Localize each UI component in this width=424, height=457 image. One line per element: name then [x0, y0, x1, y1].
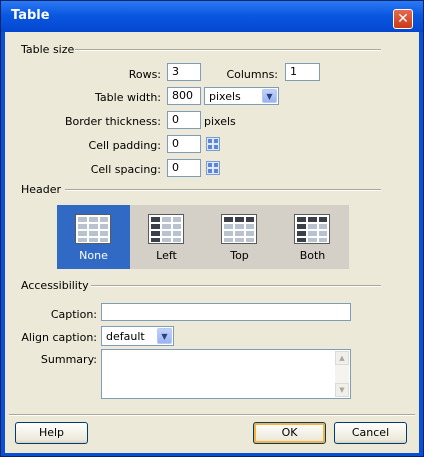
chevron-down-icon[interactable]: ▼ [262, 89, 277, 103]
rows-label: Rows: [128, 68, 161, 81]
section-divider [75, 49, 381, 51]
header-top-button[interactable]: Top [203, 205, 276, 269]
summary-textarea[interactable]: ▲ ▼ [101, 349, 351, 399]
section-divider [91, 285, 381, 287]
table-left-header-icon [148, 214, 184, 244]
header-top-label: Top [230, 249, 249, 262]
header-both-label: Both [299, 249, 326, 262]
cell-padding-label: Cell padding: [88, 139, 161, 152]
table-width-input[interactable]: 800 [167, 87, 201, 105]
help-button[interactable]: Help [15, 422, 88, 444]
header-both-button[interactable]: Both [276, 205, 349, 269]
dialog-body: Table size Rows: 3 Columns: 1 Table widt… [5, 32, 419, 453]
summary-scrollbar[interactable]: ▲ ▼ [335, 351, 349, 397]
section-divider [65, 189, 381, 191]
table-top-header-icon [221, 214, 257, 244]
width-unit-select[interactable]: pixels ▼ [204, 87, 279, 105]
align-caption-label: Align caption: [21, 331, 97, 344]
header-left-label: Left [156, 249, 177, 262]
header-options: None Left Top Both [57, 205, 349, 269]
caption-input[interactable] [101, 303, 351, 321]
section-header: Header [21, 183, 62, 196]
cell-spacing-icon [206, 161, 220, 175]
columns-label: Columns: [226, 68, 278, 81]
footer-divider [9, 414, 415, 416]
title-bar[interactable]: Table ✕ [1, 1, 423, 32]
summary-label: Summary: [40, 353, 97, 366]
header-left-button[interactable]: Left [130, 205, 203, 269]
rows-input[interactable]: 3 [167, 63, 201, 81]
width-unit-value: pixels [209, 90, 241, 103]
cell-padding-input[interactable]: 0 [167, 135, 201, 153]
table-both-header-icon [294, 214, 330, 244]
border-thickness-input[interactable]: 0 [167, 111, 201, 129]
border-unit-label: pixels [204, 115, 236, 128]
close-icon: ✕ [397, 11, 409, 27]
chevron-down-icon[interactable]: ▼ [157, 328, 172, 344]
cell-padding-icon [206, 137, 220, 151]
cell-spacing-label: Cell spacing: [90, 163, 161, 176]
ok-button[interactable]: OK [253, 422, 326, 444]
border-thickness-label: Border thickness: [64, 115, 161, 128]
scroll-up-icon[interactable]: ▲ [335, 351, 349, 365]
align-caption-select[interactable]: default ▼ [101, 326, 174, 346]
section-table-size: Table size [21, 43, 75, 56]
scroll-down-icon[interactable]: ▼ [335, 383, 349, 397]
caption-label: Caption: [50, 308, 97, 321]
dialog-window: Table ✕ Table size Rows: 3 Columns: 1 Ta… [0, 0, 424, 457]
columns-input[interactable]: 1 [285, 63, 320, 81]
cell-spacing-input[interactable]: 0 [167, 159, 201, 177]
section-accessibility: Accessibility [21, 279, 89, 292]
close-button[interactable]: ✕ [393, 9, 413, 29]
cancel-button[interactable]: Cancel [334, 422, 407, 444]
table-none-icon [75, 214, 111, 244]
align-caption-value: default [106, 330, 145, 343]
header-none-label: None [79, 249, 108, 262]
dialog-title: Table [11, 8, 50, 23]
table-width-label: Table width: [95, 91, 161, 104]
header-none-button[interactable]: None [57, 205, 130, 269]
